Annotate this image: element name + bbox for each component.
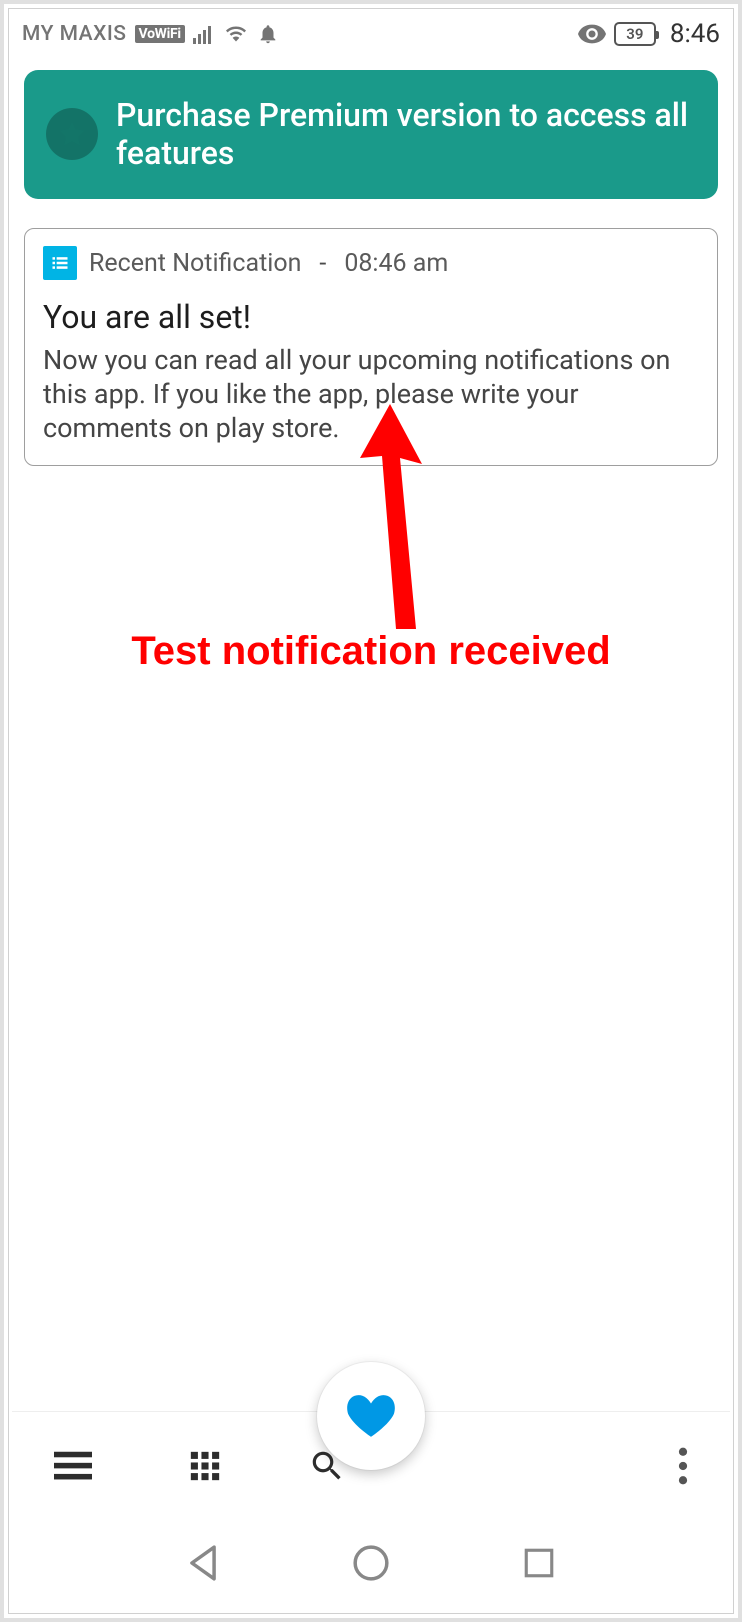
heart-icon: [346, 1393, 396, 1439]
back-button[interactable]: [166, 1534, 240, 1596]
apps-grid-button[interactable]: [170, 1437, 240, 1495]
notification-title: You are all set!: [43, 298, 699, 336]
status-bar: MY MAXIS VoWiFi 39 8:46: [4, 12, 738, 56]
vowifi-badge: VoWiFi: [135, 25, 185, 43]
battery-icon: 39: [614, 22, 656, 46]
signal-icon: [193, 24, 215, 44]
menu-button[interactable]: [36, 1439, 110, 1493]
notification-time: 08:46 am: [344, 249, 448, 278]
notification-card[interactable]: Recent Notification - 08:46 am You are a…: [24, 228, 718, 466]
system-navigation-bar: [4, 1522, 738, 1608]
premium-banner-text: Purchase Premium version to access all f…: [116, 96, 696, 173]
battery-pct-label: 39: [626, 25, 643, 43]
separator: -: [313, 249, 332, 278]
notification-body: Now you can read all your upcoming notif…: [43, 344, 699, 445]
home-button[interactable]: [332, 1534, 410, 1596]
more-options-button[interactable]: [660, 1435, 706, 1497]
star-badge-icon: [46, 108, 98, 160]
wifi-icon: [223, 24, 249, 44]
clock-label: 8:46: [670, 19, 720, 49]
favorite-fab[interactable]: [317, 1362, 425, 1470]
carrier-label: MY MAXIS: [22, 22, 127, 46]
visibility-icon: [578, 24, 606, 44]
recents-button[interactable]: [502, 1536, 576, 1594]
premium-banner[interactable]: Purchase Premium version to access all f…: [24, 70, 718, 199]
notification-bell-icon: [257, 23, 279, 45]
app-list-icon: [43, 246, 77, 280]
notification-app-name: Recent Notification: [89, 249, 301, 278]
notification-card-header: Recent Notification - 08:46 am: [43, 246, 699, 280]
